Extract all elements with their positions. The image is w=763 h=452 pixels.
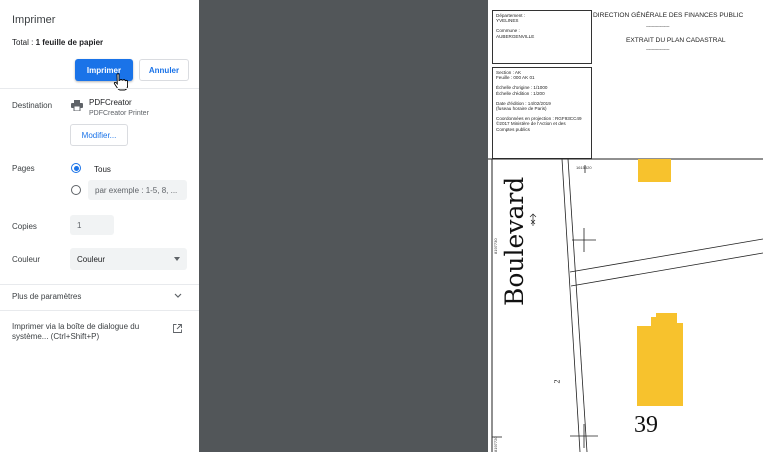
more-settings-toggle[interactable]: Plus de paramètres	[0, 286, 199, 308]
divider	[0, 310, 199, 311]
cadastral-map	[488, 158, 763, 452]
print-settings-panel: Imprimer Total : 1 feuille de papier Imp…	[0, 0, 199, 452]
pages-custom-radio[interactable]	[71, 185, 81, 195]
parcel-number: 39	[634, 412, 658, 438]
road-label: Boulevard	[500, 176, 529, 306]
small-parcel-number: 2	[552, 379, 562, 384]
pages-label: Pages	[12, 164, 35, 173]
chevron-down-icon	[174, 293, 182, 298]
pages-all-label: Tous	[94, 165, 111, 174]
more-settings-label: Plus de paramètres	[12, 292, 82, 301]
modify-destination-button[interactable]: Modifier...	[70, 124, 128, 146]
divider	[0, 284, 199, 285]
color-label: Couleur	[12, 255, 41, 264]
preview-background	[199, 0, 481, 452]
sheet-total-value: 1 feuille de papier	[35, 38, 104, 47]
pages-all-radio[interactable]	[71, 163, 81, 173]
copies-label: Copies	[12, 222, 37, 231]
divider	[0, 88, 199, 89]
sheet-total-prefix: Total :	[12, 38, 36, 47]
coord-top: 1615520	[576, 165, 592, 170]
open-external-icon[interactable]	[173, 324, 182, 333]
printer-icon	[71, 100, 83, 111]
print-title: Imprimer	[12, 14, 56, 26]
printer-name: PDFCreator	[89, 98, 132, 107]
coord-left-2: 8197720	[493, 436, 498, 452]
pages-custom-input[interactable]: par exemple : 1-5, 8, ...	[88, 180, 187, 200]
cancel-button[interactable]: Annuler	[139, 59, 189, 81]
preview-page[interactable]: Département : YVELINES Commune : AUBERGE…	[488, 6, 763, 452]
copies-input[interactable]: 1	[70, 215, 114, 235]
color-select-value: Couleur	[77, 254, 106, 264]
printer-subtitle: PDFCreator Printer	[89, 110, 149, 117]
system-dialog-link[interactable]: Imprimer via la boîte de dialogue du sys…	[12, 322, 162, 342]
sheet-total: Total : 1 feuille de papier	[12, 38, 103, 47]
pages-custom-placeholder: par exemple : 1-5, 8, ...	[95, 185, 178, 195]
destination-label: Destination	[12, 101, 53, 110]
caret-down-icon	[174, 257, 180, 261]
coord-left-1: 8197730	[493, 238, 498, 254]
color-select[interactable]: Couleur	[70, 248, 187, 270]
preview-background-strip	[481, 0, 488, 452]
copies-value: 1	[77, 220, 82, 230]
north-arrow	[529, 213, 537, 226]
